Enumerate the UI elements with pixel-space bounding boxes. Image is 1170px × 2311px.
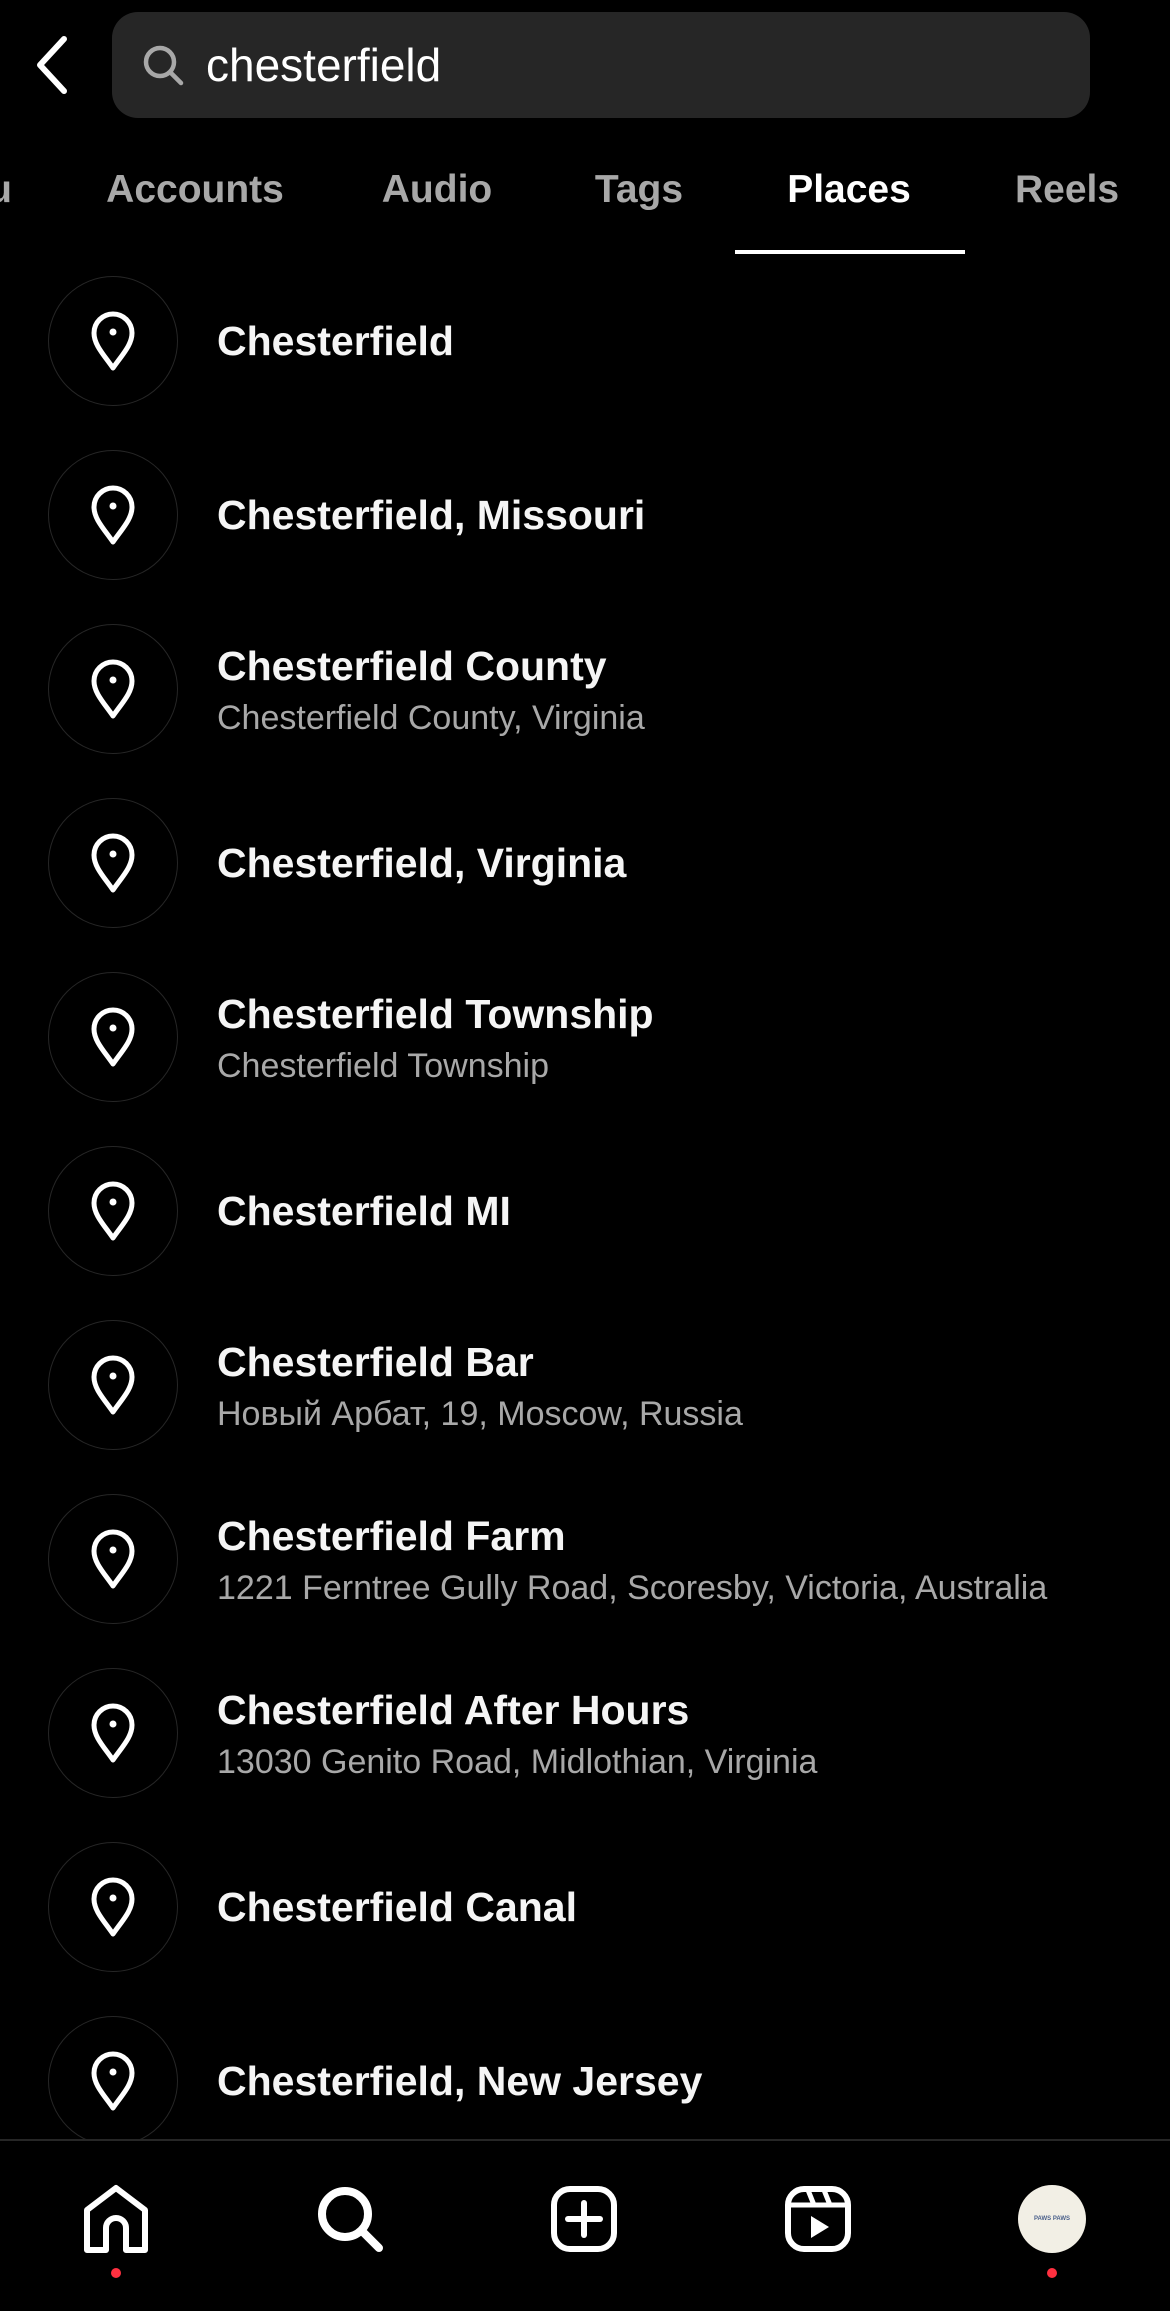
nav-reels[interactable]	[778, 2179, 858, 2259]
tab-accounts[interactable]: Accounts	[106, 168, 284, 212]
place-title: Chesterfield MI	[217, 1188, 511, 1234]
place-icon-circle	[48, 276, 178, 406]
place-title: Chesterfield, Virginia	[217, 840, 627, 886]
nav-search[interactable]	[310, 2179, 390, 2259]
place-title: Chesterfield	[217, 318, 454, 364]
location-pin-icon	[91, 1181, 135, 1241]
place-icon-circle	[48, 450, 178, 580]
reels-icon	[785, 2186, 851, 2252]
location-pin-icon	[91, 833, 135, 893]
location-pin-icon	[91, 1703, 135, 1763]
place-icon-circle	[48, 798, 178, 928]
place-title: Chesterfield, New Jersey	[217, 2058, 703, 2104]
place-subtitle: Новый Арбат, 19, Moscow, Russia	[217, 1395, 743, 1433]
location-pin-icon	[91, 311, 135, 371]
location-pin-icon	[91, 1877, 135, 1937]
place-list-item[interactable]: Chesterfield	[0, 254, 1170, 428]
tab-tags[interactable]: Tags	[595, 168, 683, 212]
location-pin-icon	[91, 1355, 135, 1415]
search-tabs: u Accounts Audio Tags Places Reels	[0, 150, 1170, 254]
place-icon-circle	[48, 1146, 178, 1276]
place-icon-circle	[48, 1494, 178, 1624]
chevron-left-icon	[37, 36, 67, 94]
tab-audio[interactable]: Audio	[382, 168, 492, 212]
location-pin-icon	[91, 485, 135, 545]
place-list-item[interactable]: Chesterfield MI	[0, 1124, 1170, 1298]
place-list-item[interactable]: Chesterfield Canal	[0, 1820, 1170, 1994]
bottom-nav: PAWS PAWS	[0, 2139, 1170, 2311]
search-bar[interactable]	[112, 12, 1090, 118]
location-pin-icon	[91, 2051, 135, 2111]
search-input[interactable]	[206, 38, 1006, 92]
location-pin-icon	[91, 659, 135, 719]
place-title: Chesterfield Canal	[217, 1884, 577, 1930]
place-icon-circle	[48, 972, 178, 1102]
place-icon-circle	[48, 1842, 178, 1972]
place-icon-circle	[48, 1668, 178, 1798]
tab-places[interactable]: Places	[787, 168, 911, 212]
nav-profile[interactable]: PAWS PAWS	[1012, 2179, 1092, 2259]
place-list-item[interactable]: Chesterfield, Virginia	[0, 776, 1170, 950]
place-title: Chesterfield Bar	[217, 1339, 534, 1385]
place-list-item[interactable]: Chesterfield Bar Новый Арбат, 19, Moscow,…	[0, 1298, 1170, 1472]
place-list-item[interactable]: Chesterfield Farm 1221 Ferntree Gully Roa…	[0, 1472, 1170, 1646]
place-title: Chesterfield, Missouri	[217, 492, 646, 538]
place-icon-circle	[48, 624, 178, 754]
place-subtitle: Chesterfield County, Virginia	[217, 699, 645, 737]
place-subtitle: 13030 Genito Road, Midlothian, Virginia	[217, 1743, 818, 1781]
place-list-item[interactable]: Chesterfield Township Chesterfield Townsh…	[0, 950, 1170, 1124]
place-subtitle: 1221 Ferntree Gully Road, Scoresby, Vict…	[217, 1569, 1048, 1607]
place-title: Chesterfield After Hours	[217, 1687, 690, 1733]
place-title: Chesterfield Township	[217, 991, 654, 1037]
search-icon	[318, 2187, 383, 2252]
profile-avatar: PAWS PAWS	[1018, 2185, 1086, 2253]
place-list-item[interactable]: Chesterfield After Hours 13030 Genito Roa…	[0, 1646, 1170, 1820]
location-pin-icon	[91, 1529, 135, 1589]
nav-create[interactable]	[544, 2179, 624, 2259]
location-pin-icon	[91, 1007, 135, 1067]
tab-partial[interactable]: u	[0, 168, 12, 212]
home-icon	[84, 2185, 148, 2253]
place-title: Chesterfield Farm	[217, 1513, 566, 1559]
place-icon-circle	[48, 2016, 178, 2146]
place-icon-circle	[48, 1320, 178, 1450]
home-notification-dot	[111, 2268, 121, 2278]
back-button[interactable]	[22, 30, 82, 100]
create-icon	[551, 2186, 617, 2252]
profile-notification-dot	[1047, 2268, 1057, 2278]
place-list-item[interactable]: Chesterfield, Missouri	[0, 428, 1170, 602]
search-icon	[143, 45, 184, 86]
place-title: Chesterfield County	[217, 643, 607, 689]
place-list-item[interactable]: Chesterfield County Chesterfield County, …	[0, 602, 1170, 776]
place-subtitle: Chesterfield Township	[217, 1047, 549, 1085]
nav-home[interactable]	[76, 2179, 156, 2259]
tab-reels[interactable]: Reels	[1015, 168, 1119, 212]
